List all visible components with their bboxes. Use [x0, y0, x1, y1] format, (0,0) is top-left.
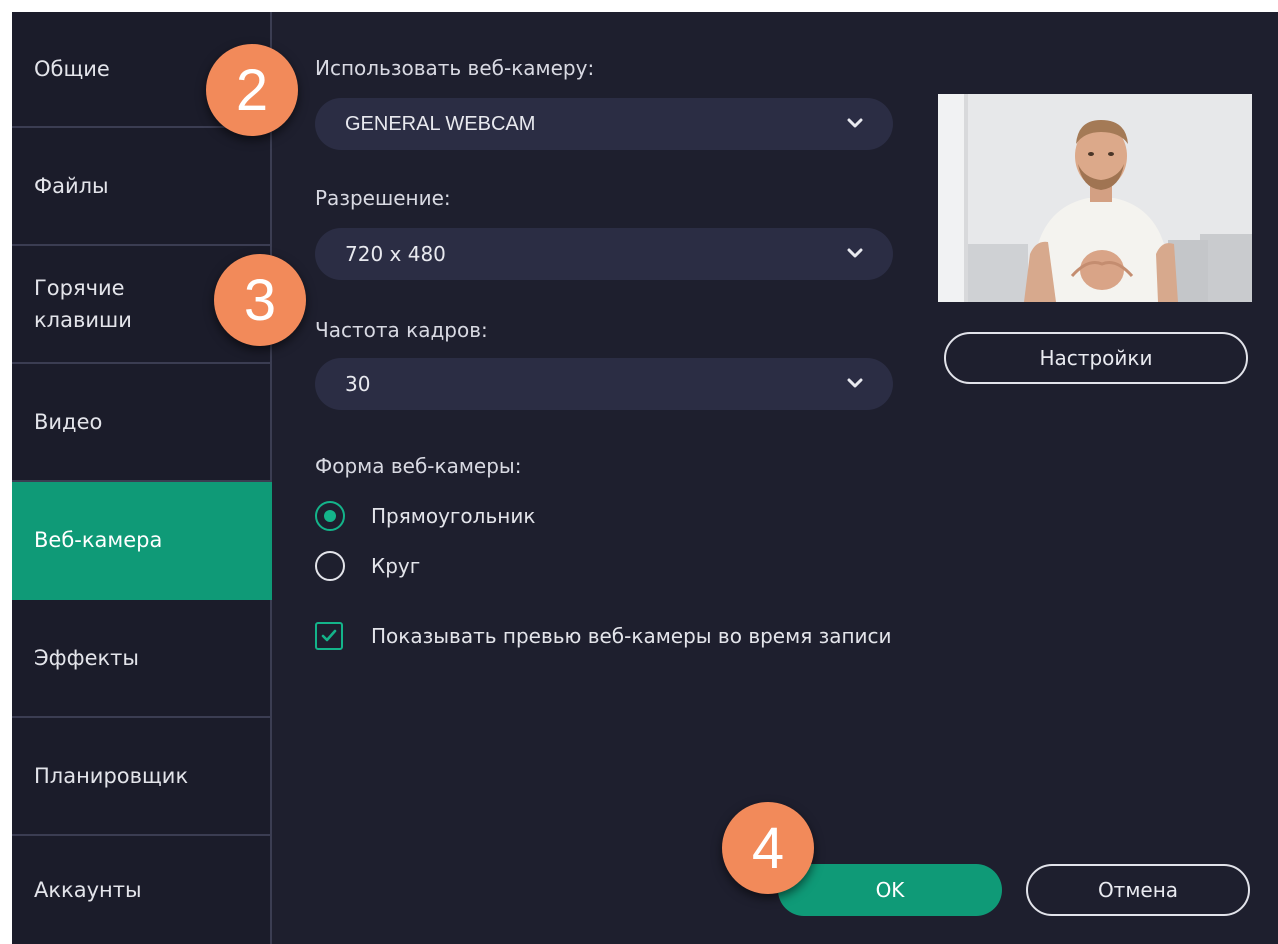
webcam-settings-button[interactable]: Настройки [944, 332, 1248, 384]
sidebar-item-effects[interactable]: Эффекты [12, 600, 272, 718]
sidebar-item-label: Видео [34, 410, 103, 434]
radio-selected[interactable] [315, 501, 345, 531]
sidebar-item-webcam[interactable]: Веб-камера [12, 482, 272, 600]
sidebar-item-accounts[interactable]: Аккаунты [12, 836, 272, 944]
radio-unselected[interactable] [315, 551, 345, 581]
shape-option-circle[interactable]: Круг [315, 551, 420, 581]
sidebar-item-video[interactable]: Видео [12, 364, 272, 482]
checkmark-icon [321, 629, 337, 642]
sidebar-item-label: Общие [34, 57, 110, 81]
sidebar-item-files[interactable]: Файлы [12, 128, 272, 246]
show-preview-checkbox-row[interactable]: Показывать превью веб-камеры во время за… [315, 622, 892, 650]
resolution-label: Разрешение: [315, 186, 451, 210]
webcam-preview-image [938, 94, 1252, 302]
sidebar-item-label: Эффекты [34, 646, 139, 670]
callout-marker: 2 [206, 44, 298, 136]
cancel-button[interactable]: Отмена [1026, 864, 1250, 916]
webcam-shape-label: Форма веб-камеры: [315, 454, 522, 478]
resolution-value: 720 x 480 [345, 242, 446, 266]
webcam-device-value: GENERAL WEBCAM [345, 112, 536, 135]
sidebar-item-label: Горячие клавиши [34, 276, 132, 332]
framerate-value: 30 [345, 372, 371, 396]
ok-label: OK [875, 878, 905, 902]
webcam-settings-label: Настройки [1039, 346, 1153, 370]
sidebar-item-scheduler[interactable]: Планировщик [12, 718, 272, 836]
sidebar-item-label: Веб-камера [34, 528, 163, 552]
chevron-down-icon [847, 118, 863, 128]
sidebar-item-label: Файлы [34, 174, 109, 198]
webcam-preview-illustration [938, 94, 1252, 302]
webcam-device-select[interactable]: GENERAL WEBCAM [315, 98, 893, 150]
shape-option-label: Прямоугольник [371, 504, 536, 528]
resolution-select[interactable]: 720 x 480 [315, 228, 893, 280]
ok-button[interactable]: OK [778, 864, 1002, 916]
shape-option-label: Круг [371, 554, 421, 578]
show-preview-checkbox[interactable] [315, 622, 343, 650]
chevron-down-icon [847, 248, 863, 258]
sidebar-item-label: Планировщик [34, 764, 189, 788]
framerate-select[interactable]: 30 [315, 358, 893, 410]
shape-option-rectangle[interactable]: Прямоугольник [315, 501, 535, 531]
settings-sidebar: Общие Файлы Горячие клавиши Видео Веб-ка… [12, 12, 272, 944]
show-preview-label: Показывать превью веб-камеры во время за… [371, 624, 892, 648]
chevron-down-icon [847, 378, 863, 388]
callout-marker: 3 [214, 254, 306, 346]
use-webcam-label: Использовать веб-камеру: [315, 56, 595, 80]
sidebar-item-label: Аккаунты [34, 878, 142, 902]
callout-marker: 4 [722, 802, 814, 894]
framerate-label: Частота кадров: [315, 318, 488, 342]
settings-window: Общие Файлы Горячие клавиши Видео Веб-ка… [12, 12, 1278, 944]
cancel-label: Отмена [1097, 878, 1179, 902]
